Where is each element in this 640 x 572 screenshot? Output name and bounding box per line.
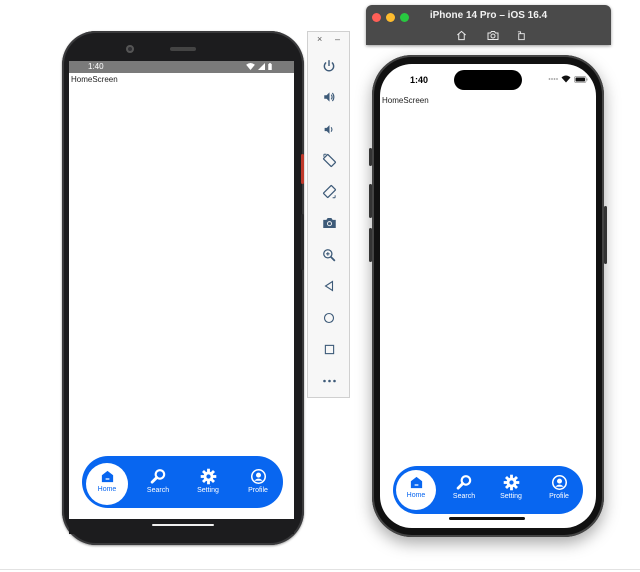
home-icon	[101, 470, 113, 483]
emulator-volume-up-button[interactable]	[320, 88, 338, 106]
search-icon	[150, 469, 165, 484]
nav-label: Setting	[197, 487, 219, 494]
ios-simulator-titlebar[interactable]: iPhone 14 Pro – iOS 16.4	[366, 5, 611, 45]
ios-screen[interactable]: HomeScreen Home Search Setting Profile	[380, 64, 596, 528]
iphone-silent-switch	[369, 148, 372, 166]
nav-label: Setting	[500, 493, 522, 500]
power-icon	[323, 60, 335, 72]
emulator-rotate-left-button[interactable]	[320, 151, 338, 169]
rotate-icon	[517, 30, 525, 40]
android-gesture-bar[interactable]	[152, 524, 214, 526]
overview-icon	[324, 344, 334, 354]
emulator-screenshot-button[interactable]	[320, 214, 338, 232]
emulator-back-button[interactable]	[320, 277, 338, 295]
ios-home-toolbar-button[interactable]	[455, 29, 467, 41]
back-icon	[324, 280, 334, 292]
ios-rotate-toolbar-button[interactable]	[515, 29, 527, 41]
more-icon	[322, 379, 336, 383]
nav-label: Search	[146, 487, 170, 494]
android-power-key	[301, 154, 304, 184]
volume-down-icon	[324, 124, 332, 134]
battery-icon	[268, 63, 272, 70]
android-front-camera	[126, 45, 134, 53]
android-nav-profile[interactable]: Profile	[244, 468, 272, 494]
zoom-icon	[323, 249, 336, 262]
gear-icon	[503, 474, 519, 491]
iphone-volume-down	[369, 228, 372, 262]
emulator-close-button[interactable]: ×	[317, 34, 322, 44]
android-earpiece	[170, 47, 196, 51]
profile-icon	[551, 474, 567, 491]
camera-icon	[322, 218, 336, 228]
emulator-toolbar-header: × –	[308, 32, 349, 48]
home-icon	[456, 30, 466, 40]
android-nav-search[interactable]: Search	[145, 468, 171, 494]
emulator-overview-button[interactable]	[320, 340, 338, 358]
ios-nav-search[interactable]: Search	[451, 474, 477, 500]
ios-home-indicator[interactable]	[449, 517, 525, 520]
android-screen-title: HomeScreen	[71, 75, 118, 84]
nav-label: Profile	[549, 493, 569, 500]
iphone-volume-up	[369, 184, 372, 218]
emulator-rotate-right-button[interactable]	[320, 182, 338, 200]
ios-screen-title: HomeScreen	[382, 96, 429, 105]
rotate-right-icon	[322, 184, 336, 198]
android-volume-key	[301, 214, 304, 270]
wifi-icon	[561, 75, 571, 83]
ios-nav-profile[interactable]: Profile	[545, 474, 573, 500]
emulator-toolbar: × –	[307, 31, 350, 398]
nav-label: Home	[406, 492, 426, 499]
android-nav-setting[interactable]: Setting	[193, 468, 223, 494]
wifi-icon	[246, 63, 255, 70]
signal-dots-icon	[548, 78, 558, 80]
ios-screenshot-toolbar-button[interactable]	[487, 29, 499, 41]
battery-icon	[574, 75, 588, 83]
android-status-time: 1:40	[88, 62, 104, 71]
android-nav-home[interactable]: Home	[95, 469, 119, 493]
ios-status-icons	[548, 75, 588, 83]
emulator-home-button[interactable]	[320, 309, 338, 327]
emulator-minimize-button[interactable]: –	[335, 34, 340, 44]
ios-nav-home[interactable]: Home	[404, 475, 428, 499]
dynamic-island	[454, 70, 522, 90]
volume-up-icon	[323, 92, 334, 102]
home-icon	[323, 312, 335, 324]
profile-icon	[250, 468, 266, 485]
emulator-more-button[interactable]	[320, 372, 338, 390]
nav-label: Search	[452, 493, 476, 500]
gear-icon	[200, 468, 216, 485]
ios-status-time: 1:40	[410, 75, 429, 85]
emulator-zoom-button[interactable]	[320, 246, 338, 264]
camera-icon	[487, 30, 499, 40]
ios-nav-setting[interactable]: Setting	[496, 474, 526, 500]
nav-label: Profile	[248, 487, 268, 494]
iphone-side-button	[604, 206, 607, 264]
ios-window-title: iPhone 14 Pro – iOS 16.4	[429, 10, 548, 21]
signal-icon	[258, 63, 265, 70]
home-icon	[410, 476, 422, 489]
rotate-left-icon	[322, 153, 336, 167]
emulator-volume-down-button[interactable]	[320, 120, 338, 138]
android-status-bar: 1:40	[69, 61, 294, 73]
nav-label: Home	[97, 486, 117, 493]
emulator-power-button[interactable]	[320, 57, 338, 75]
divider	[0, 569, 640, 570]
android-screen[interactable]: 1:40 HomeScreen Home Search Setting Prof…	[69, 61, 294, 519]
search-icon	[456, 475, 471, 490]
android-nav-bar	[69, 519, 294, 534]
